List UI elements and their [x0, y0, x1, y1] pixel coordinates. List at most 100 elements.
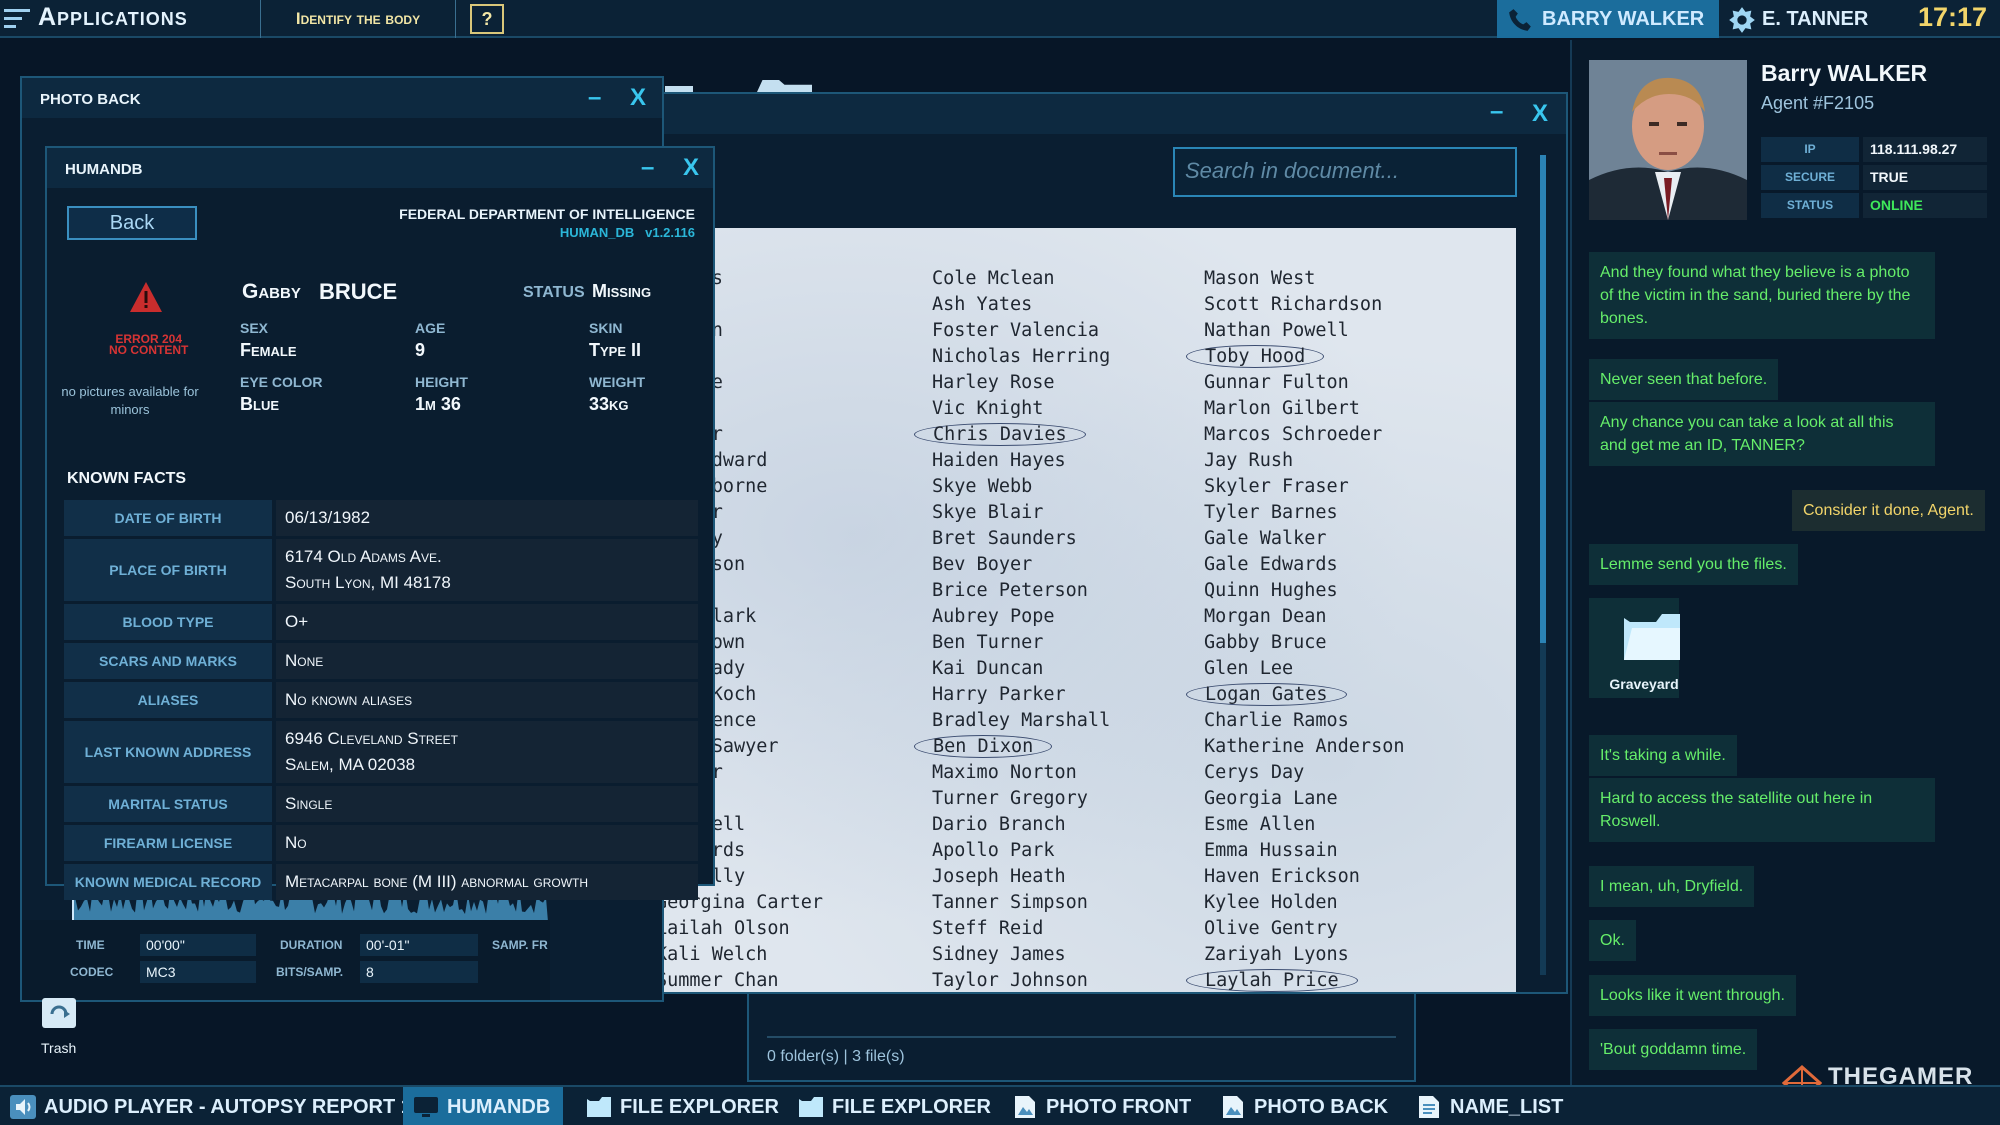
agent-name: E. TANNER — [1762, 8, 1869, 30]
fact-value: No — [276, 825, 698, 861]
fact-row: ALIASES No known aliases — [64, 682, 698, 718]
secure-value: TRUE — [1863, 165, 1987, 190]
chat-message: It's taking a while. — [1589, 735, 1737, 776]
name-list-minimize-button[interactable]: – — [1490, 98, 1503, 126]
scrollbar-thumb[interactable] — [1540, 155, 1546, 643]
taskbar-photo-front[interactable]: PHOTO FRONT — [1002, 1087, 1202, 1125]
name-text: Aubrey Pope — [932, 606, 1055, 627]
graveyard-folder-attachment[interactable]: Graveyard — [1589, 598, 1680, 698]
active-call-contact[interactable]: BARRY WALKER — [1497, 0, 1719, 38]
name-entry: Skyler Fraser — [1204, 474, 1404, 500]
name-entry: Aubrey Pope — [932, 604, 1110, 630]
name-entry: Kali Welch — [656, 942, 823, 968]
name-text: Glen Lee — [1204, 658, 1294, 679]
document-scrollbar[interactable] — [1540, 155, 1546, 975]
skin-value: Type II — [589, 340, 642, 360]
name-text: Toby Hood — [1186, 345, 1325, 368]
weight-value: 33kg — [589, 394, 629, 414]
name-entry: Cole Mclean — [932, 266, 1110, 292]
name-entry: Ben Turner — [932, 630, 1110, 656]
fact-row: SCARS AND MARKS None — [64, 643, 698, 679]
tab-hint — [757, 80, 812, 92]
fact-row: PLACE OF BIRTH 6174 Old Adams Ave. South L… — [64, 539, 698, 601]
image-icon — [1015, 1096, 1035, 1118]
status-row: STATUS ONLINE — [1761, 193, 1987, 218]
known-facts-table: DATE OF BIRTH 06/13/1982 PLACE OF BIRTH 617… — [64, 500, 698, 903]
current-task[interactable]: Identify the body — [260, 0, 456, 38]
taskbar-humandb[interactable]: HUMANDB — [403, 1087, 563, 1125]
agent-account[interactable]: E. TANNER — [1722, 0, 1882, 38]
time-value: 00'00" — [140, 934, 256, 956]
chat-message: Hard to access the satellite out here in… — [1589, 778, 1935, 842]
sex-value: Female — [240, 340, 297, 360]
name-entry: Laylah Price — [1186, 968, 1404, 992]
height-label: HEIGHT — [415, 374, 468, 390]
chat-message-sent: Consider it done, Agent. — [1792, 490, 1985, 531]
name-entry: Glen Lee — [1204, 656, 1404, 682]
humandb-minimize-button[interactable]: – — [641, 154, 654, 182]
db-version: HUMAN_DB v1.2.116 — [399, 225, 695, 240]
taskbar-photo-back[interactable]: PHOTO BACK — [1210, 1087, 1400, 1125]
taskbar-file-explorer-2[interactable]: FILE EXPLORER — [788, 1087, 991, 1125]
document-icon — [1419, 1096, 1439, 1118]
trash-label: Trash — [41, 1040, 77, 1056]
name-text: Esme Allen — [1204, 814, 1316, 835]
fact-value-line: Metacarpal bone (M III) abnormal growth — [285, 872, 589, 891]
skin-label: SKIN — [589, 320, 623, 336]
menu-icon[interactable] — [4, 9, 30, 29]
ip-row: IP 118.111.98.27 — [1761, 137, 1987, 162]
trash-icon[interactable] — [38, 996, 80, 1030]
fact-label: FIREARM LICENSE — [64, 825, 272, 861]
name-text: Mason West — [1204, 268, 1316, 289]
photo-back-close-button[interactable]: X — [630, 84, 646, 112]
photo-back-minimize-button[interactable]: – — [588, 84, 601, 112]
monitor-icon — [414, 1097, 438, 1117]
fact-value-line: Single — [285, 794, 333, 813]
taskbar-file-explorer-1[interactable]: FILE EXPLORER — [576, 1087, 779, 1125]
name-text: Gale Walker — [1204, 528, 1327, 549]
taskbar-label: NAME_LIST — [1450, 1096, 1564, 1118]
name-text: Marlon Gilbert — [1204, 398, 1360, 419]
name-entry: Toby Hood — [1186, 344, 1404, 370]
document-search-input[interactable]: Search in document... — [1173, 147, 1517, 197]
chat-message: Ok. — [1589, 920, 1636, 961]
contact-agent-id: Agent #F2105 — [1761, 93, 1875, 113]
humandb-close-button[interactable]: X — [683, 154, 699, 182]
name-entry: Gale Walker — [1204, 526, 1404, 552]
name-text: Cole Mclean — [932, 268, 1055, 289]
taskbar-name-list[interactable]: NAME_LIST — [1406, 1087, 1576, 1125]
name-entry: Dario Branch — [932, 812, 1110, 838]
name-entry: Vic Knight — [932, 396, 1110, 422]
name-entry: Bradley Marshall — [932, 708, 1110, 734]
status-value: Missing — [592, 281, 652, 301]
name-entry: Emma Hussain — [1204, 838, 1404, 864]
fact-value-line: No — [285, 833, 307, 852]
fact-value-line: None — [285, 651, 324, 670]
name-entry: Marcos Schroeder — [1204, 422, 1404, 448]
avatar — [1589, 60, 1747, 220]
taskbar-audio-player[interactable]: AUDIO PLAYER - AUTOPSY REPORT 1 — [0, 1087, 412, 1125]
chat-message: Lemme send you the files. — [1589, 544, 1798, 585]
fact-value-line: O+ — [285, 612, 309, 631]
fact-row: FIREARM LICENSE No — [64, 825, 698, 861]
speaker-icon — [10, 1095, 36, 1119]
department-name: FEDERAL DEPARTMENT OF INTELLIGENCE — [399, 206, 695, 222]
help-button[interactable]: ? — [470, 4, 504, 34]
applications-menu[interactable]: Applications — [38, 3, 188, 32]
status-label: STATUS — [523, 284, 585, 301]
secure-label: SECURE — [1761, 165, 1859, 190]
duration-label: DURATION — [280, 938, 343, 952]
name-entry: Gale Edwards — [1204, 552, 1404, 578]
name-text: Summer Chan — [656, 970, 779, 991]
name-text: Jay Rush — [1204, 450, 1294, 471]
fact-label: BLOOD TYPE — [64, 604, 272, 640]
name-text: Apollo Park — [932, 840, 1055, 861]
sex-label: SEX — [240, 320, 269, 336]
name-text: Haiden Hayes — [932, 450, 1066, 471]
name-entry: Scott Richardson — [1204, 292, 1404, 318]
name-list-close-button[interactable]: X — [1532, 100, 1548, 128]
name-list-titlebar — [550, 94, 1566, 134]
back-button[interactable]: Back — [67, 206, 197, 240]
name-entry: Summer Chan — [656, 968, 823, 992]
fact-label: ALIASES — [64, 682, 272, 718]
